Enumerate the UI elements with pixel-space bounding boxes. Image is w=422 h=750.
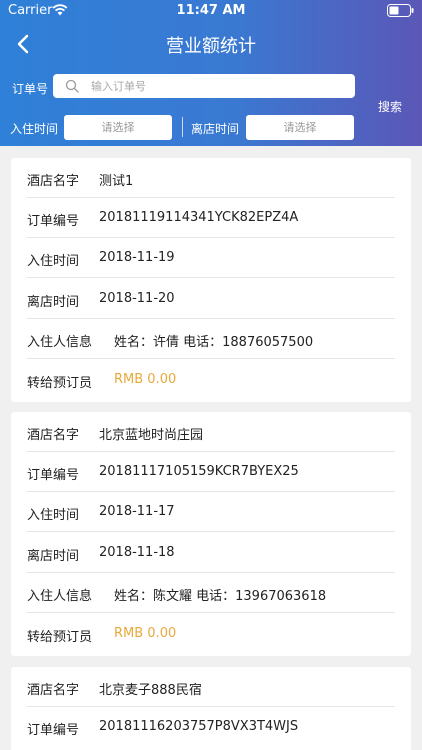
guest-info-label: 入住人信息 — [27, 335, 93, 350]
transfer-amount: RMB 0.00 — [114, 372, 177, 387]
checkin-value: 2018-11-17 — [99, 504, 175, 519]
checkout-row: 离店时间 2018-11-18 — [27, 533, 395, 573]
transfer-label: 转给预订员 — [27, 630, 93, 645]
order-card[interactable]: 酒店名字 测试1 订单编号 20181119114341YCK82EPZ4A 入… — [11, 158, 411, 402]
order-number-row: 订单编号 20181116203757P8VX3T4WJS — [27, 707, 395, 747]
checkout-row: 离店时间 2018-11-20 — [27, 279, 395, 319]
checkout-value: 2018-11-20 — [99, 291, 175, 306]
checkin-date-picker[interactable]: 请选择 — [64, 115, 172, 140]
hotel-name-value: 测试1 — [99, 174, 134, 189]
search-icon — [65, 79, 79, 93]
nav-bar: 营业额统计 — [0, 22, 422, 66]
order-number-input[interactable] — [91, 74, 351, 98]
order-number-label: 订单号 — [12, 82, 49, 96]
hotel-name-value: 北京麦子888民宿 — [99, 683, 202, 698]
guest-info-row: 入住人信息 姓名：许倩 电话：18876057500 — [27, 319, 395, 359]
guest-info-value: 姓名：许倩 电话：18876057500 — [114, 335, 314, 350]
order-number-value: 20181116203757P8VX3T4WJS — [99, 719, 299, 734]
order-number-value: 20181119114341YCK82EPZ4A — [99, 210, 299, 225]
search-button[interactable]: 搜索 — [378, 98, 402, 115]
hotel-name-label: 酒店名字 — [27, 428, 80, 443]
order-number-label: 订单编号 — [27, 214, 80, 229]
checkout-label: 离店时间 — [27, 295, 80, 310]
checkout-date-picker[interactable]: 请选择 — [246, 115, 354, 140]
search-panel: 订单号 搜索 入住时间 请选择 离店时间 请选择 — [0, 70, 422, 146]
checkout-value: 2018-11-18 — [99, 545, 175, 560]
header: Carrier 11:47 AM 营业额统计 订单号 搜索 入住时间 — [0, 0, 422, 146]
filter-divider — [182, 117, 183, 137]
checkin-row: 入住时间 2018-11-17 — [27, 492, 395, 532]
status-time: 11:47 AM — [176, 3, 246, 18]
checkin-value: 2018-11-19 — [99, 250, 175, 265]
transfer-amount: RMB 0.00 — [114, 626, 177, 641]
status-bar: Carrier 11:47 AM — [0, 0, 422, 22]
checkin-row: 入住时间 2018-11-19 — [27, 238, 395, 278]
order-search-box[interactable] — [53, 74, 355, 98]
order-number-row: 订单编号 20181119114341YCK82EPZ4A — [27, 198, 395, 238]
order-number-label: 订单编号 — [27, 468, 80, 483]
order-number-label: 订单编号 — [27, 723, 80, 738]
order-card[interactable]: 酒店名字 北京麦子888民宿 订单编号 20181116203757P8VX3T… — [11, 667, 411, 750]
checkin-time-label: 入住时间 — [10, 122, 59, 136]
transfer-row: 转给预订员 RMB 0.00 — [27, 614, 395, 654]
hotel-name-row: 酒店名字 测试1 — [27, 158, 395, 198]
guest-info-row: 入住人信息 姓名：陈文耀 电话：13967063618 — [27, 573, 395, 613]
order-card[interactable]: 酒店名字 北京蓝地时尚庄园 订单编号 20181117105159KCR7BYE… — [11, 412, 411, 656]
order-number-value: 20181117105159KCR7BYEX25 — [99, 464, 299, 479]
hotel-name-label: 酒店名字 — [27, 174, 80, 189]
checkin-label: 入住时间 — [27, 508, 80, 523]
guest-info-label: 入住人信息 — [27, 589, 93, 604]
hotel-name-row: 酒店名字 北京麦子888民宿 — [27, 667, 395, 707]
battery-icon — [387, 4, 414, 17]
hotel-name-label: 酒店名字 — [27, 683, 80, 698]
checkout-label: 离店时间 — [27, 549, 80, 564]
page-title: 营业额统计 — [166, 36, 256, 57]
order-number-row: 订单编号 20181117105159KCR7BYEX25 — [27, 452, 395, 492]
checkout-time-label: 离店时间 — [191, 122, 240, 136]
hotel-name-value: 北京蓝地时尚庄园 — [99, 428, 204, 443]
hotel-name-row: 酒店名字 北京蓝地时尚庄园 — [27, 412, 395, 452]
checkin-label: 入住时间 — [27, 254, 80, 269]
transfer-row: 转给预订员 RMB 0.00 — [27, 360, 395, 400]
guest-info-value: 姓名：陈文耀 电话：13967063618 — [114, 589, 327, 604]
transfer-label: 转给预订员 — [27, 376, 93, 391]
